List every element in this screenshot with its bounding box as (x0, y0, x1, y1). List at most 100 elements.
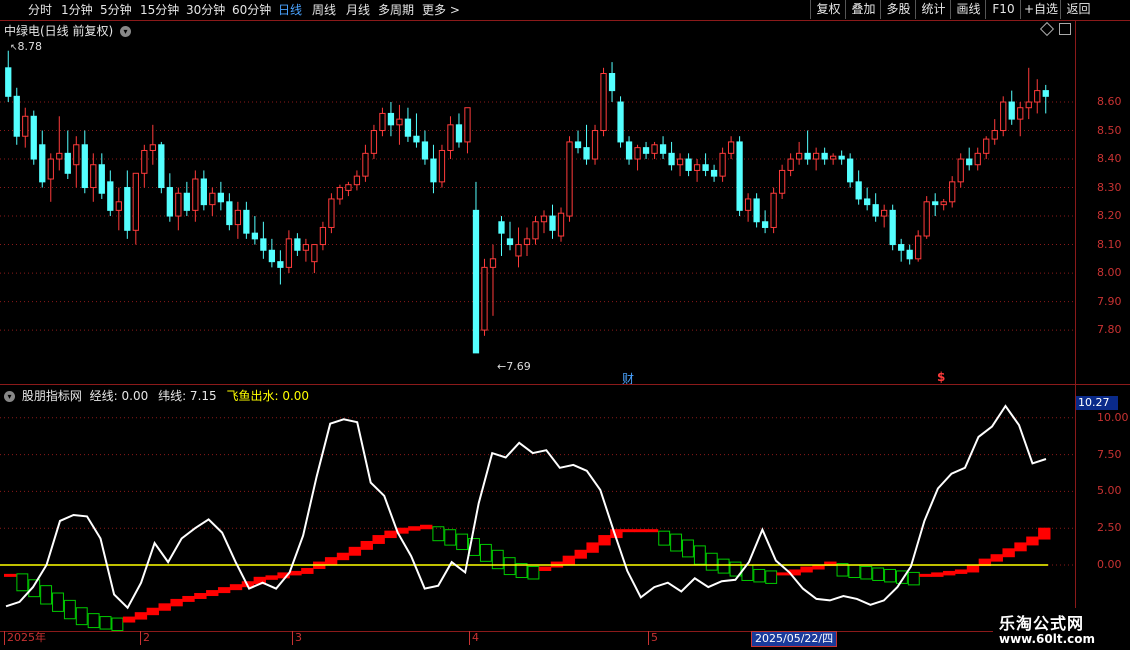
candle-body (591, 130, 599, 160)
period-tab-3[interactable]: 15分钟 (140, 2, 179, 18)
price-axis-border (1075, 20, 1076, 631)
feiyu-bar-down (670, 533, 683, 552)
candle-body (719, 152, 726, 177)
candle-body (481, 266, 488, 331)
period-tab-6[interactable]: 日线 (278, 2, 302, 18)
candle-body (90, 164, 97, 189)
date-label: 3 (295, 631, 302, 644)
candle-body (642, 147, 650, 154)
candle-body (821, 152, 828, 160)
date-label: 2 (143, 631, 150, 644)
candle-body (498, 221, 505, 234)
candle-body (787, 158, 794, 171)
candle-body (744, 198, 752, 211)
feiyu-bar-down (860, 566, 873, 580)
candle-body (932, 201, 939, 206)
feiyu-bar-up (206, 590, 219, 597)
toolbar-button-2[interactable]: 多股 (880, 0, 916, 19)
toolbar-divider (0, 20, 1130, 21)
toolbar-button-7[interactable]: 返回 (1060, 0, 1096, 19)
candle-body (234, 209, 241, 226)
period-tab-5[interactable]: 60分钟 (232, 2, 271, 18)
feiyu-bar-up (538, 566, 552, 571)
feiyu-bar-down (658, 530, 671, 546)
candle-body (13, 95, 20, 137)
date-tick (648, 631, 649, 645)
feiyu-bar-down (765, 570, 778, 584)
period-tab-7[interactable]: 周线 (312, 2, 336, 18)
feiyu-bar-up (301, 567, 314, 574)
candle-body (830, 155, 837, 160)
candle-body (515, 244, 522, 257)
candle-body (56, 152, 63, 160)
candle-body (404, 118, 412, 137)
feiyu-bar-up (146, 607, 160, 616)
candle-body (336, 187, 344, 200)
candle-body (413, 135, 420, 143)
toolbar-button-3[interactable]: 统计 (915, 0, 951, 19)
candle-body (447, 124, 454, 151)
candle-body (251, 232, 259, 240)
candle-body (804, 152, 811, 160)
date-tick (140, 631, 141, 645)
candle-body (166, 187, 173, 217)
candle-body (438, 149, 446, 183)
candle-body (685, 158, 692, 171)
price-tick-label: 8.50 (1097, 123, 1122, 137)
feiyu-bar-down (16, 573, 29, 592)
candle-body (864, 198, 871, 206)
period-tab-0[interactable]: 分时 (28, 2, 52, 18)
feiyu-bar-down (753, 568, 766, 583)
candle-body (1042, 90, 1049, 97)
candle-body (260, 238, 267, 251)
toolbar-button-6[interactable]: +自选 (1020, 0, 1061, 19)
period-tab-1[interactable]: 1分钟 (61, 2, 93, 18)
indicator-tick-label: 0.00 (1097, 558, 1122, 572)
feiyu-bar-up (1026, 536, 1039, 546)
feiyu-bar-up (633, 529, 647, 533)
candle-body (966, 158, 973, 166)
window-toggle-icon[interactable] (1059, 23, 1071, 35)
toolbar-button-0[interactable]: 复权 (810, 0, 846, 19)
candle-body (430, 158, 437, 183)
candle-body (693, 164, 701, 171)
feiyu-bar-down (87, 613, 100, 629)
feiyu-bar-up (348, 546, 362, 556)
candle-body (294, 238, 301, 251)
period-tab-2[interactable]: 5分钟 (100, 2, 132, 18)
diamond-icon[interactable] (1039, 21, 1055, 37)
candle-body (47, 158, 54, 180)
candle-body (727, 141, 735, 154)
toolbar-button-1[interactable]: 叠加 (845, 0, 881, 19)
candle-body (39, 144, 46, 183)
feiyu-bar-up (360, 540, 373, 550)
period-tab-9[interactable]: 多周期 (378, 2, 414, 18)
candle-body (268, 249, 276, 263)
price-tick-label: 8.20 (1097, 209, 1122, 223)
candle-body (464, 107, 471, 143)
dividend-event-marker[interactable]: $ (937, 370, 945, 384)
feiyu-bar-up (586, 542, 599, 553)
feiyu-bar-up (919, 573, 932, 577)
period-tab-4[interactable]: 30分钟 (186, 2, 225, 18)
candle-body (761, 221, 769, 228)
feiyu-bar-up (170, 598, 183, 607)
price-tick-label: 8.40 (1097, 152, 1122, 166)
chevron-down-icon[interactable]: ▾ (120, 26, 132, 37)
feiyu-bar-down (99, 616, 112, 630)
feiyu-bar-up (384, 530, 397, 539)
main-chart-title: 中绿电(日线 前复权) ▾ (4, 22, 132, 39)
toolbar-button-5[interactable]: F10 (985, 0, 1021, 19)
period-tab-8[interactable]: 月线 (346, 2, 370, 18)
toolbar-button-4[interactable]: 画线 (950, 0, 986, 19)
candle-body (1034, 90, 1041, 103)
feiyu-bar-up (158, 603, 171, 611)
feiyu-bar-up (1014, 542, 1027, 552)
candle-body (923, 201, 930, 237)
feiyu-bar-down (717, 558, 730, 574)
feiyu-bar-up (194, 593, 207, 599)
feiyu-bar-down (884, 568, 896, 583)
period-tab-10[interactable]: 更多 > (422, 2, 460, 18)
feiyu-bar-up (622, 529, 635, 533)
candle-body (974, 152, 981, 166)
